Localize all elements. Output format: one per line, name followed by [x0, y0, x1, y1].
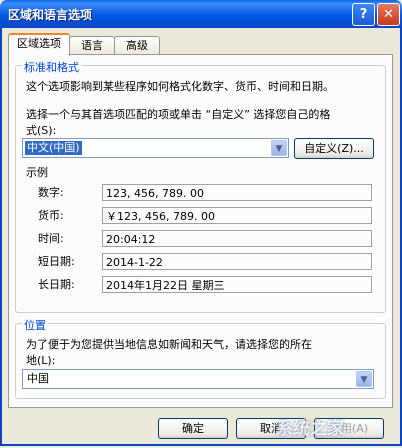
standards-legend: 标准和格式: [22, 59, 81, 75]
tab-label: 区域选项: [17, 37, 61, 50]
location-description: 为了便于为您提供当地信息如新闻和天气，请选择您的所在: [26, 338, 312, 351]
samples-heading: 示例: [26, 166, 48, 179]
standards-description: 这个选项影响到某些程序如何格式化数字、货币、时间和日期。: [26, 80, 334, 93]
chevron-down-icon[interactable]: ▼: [356, 371, 372, 387]
tab-languages[interactable]: 语言: [69, 36, 115, 55]
title-bar: 区域和语言选项 ? ✕: [0, 0, 402, 28]
close-icon: ✕: [383, 7, 394, 22]
chevron-down-icon[interactable]: ▼: [271, 140, 287, 156]
help-icon: ?: [359, 7, 368, 22]
location-select[interactable]: 中国 ▼: [22, 369, 374, 389]
sample-long-date-value: 2014年1月22日 星期三: [102, 276, 372, 293]
sample-number-label: 数字:: [38, 186, 64, 199]
close-button[interactable]: ✕: [377, 3, 400, 26]
sample-time-label: 时间:: [38, 232, 64, 245]
locale-value: 中文(中国): [25, 141, 82, 155]
watermark-logo: 系统之家: [276, 414, 396, 444]
sample-time-value: 20:04:12: [102, 230, 372, 247]
location-description-2: 地(L):: [26, 354, 56, 367]
tab-regional-options[interactable]: 区域选项: [8, 33, 70, 56]
watermark-text: 系统之家: [276, 419, 344, 439]
sample-currency-label: 货币:: [38, 209, 64, 222]
sample-number-value: 123, 456, 789. 00: [102, 184, 372, 201]
locale-select[interactable]: 中文(中国) ▼: [22, 138, 289, 158]
tab-panel: 标准和格式 这个选项影响到某些程序如何格式化数字、货币、时间和日期。 选择一个与…: [8, 54, 393, 408]
sample-short-date-label: 短日期:: [38, 255, 75, 268]
tab-advanced[interactable]: 高级: [114, 36, 160, 55]
standards-group: 标准和格式 这个选项影响到某些程序如何格式化数字、货币、时间和日期。 选择一个与…: [15, 59, 386, 313]
sample-short-date-value: 2014-1-22: [102, 253, 372, 270]
window-title: 区域和语言选项: [8, 8, 93, 22]
location-legend: 位置: [22, 317, 48, 333]
format-instruction: 选择一个与其首选项匹配的项或单击 “自定义” 选择您自己的格: [26, 108, 331, 121]
sample-currency-value: ￥123, 456, 789. 00: [102, 207, 372, 224]
location-group: 位置 为了便于为您提供当地信息如新闻和天气，请选择您的所在 地(L): 中国 ▼: [15, 317, 386, 399]
location-value: 中国: [27, 372, 49, 385]
tab-label: 语言: [81, 39, 103, 52]
ok-button[interactable]: 确定: [158, 418, 228, 439]
customize-button[interactable]: 自定义(Z)...: [294, 138, 374, 159]
sample-long-date-label: 长日期:: [38, 278, 75, 291]
help-button[interactable]: ?: [352, 3, 375, 26]
format-instruction-2: 式(S):: [26, 124, 57, 137]
tab-label: 高级: [126, 39, 148, 52]
